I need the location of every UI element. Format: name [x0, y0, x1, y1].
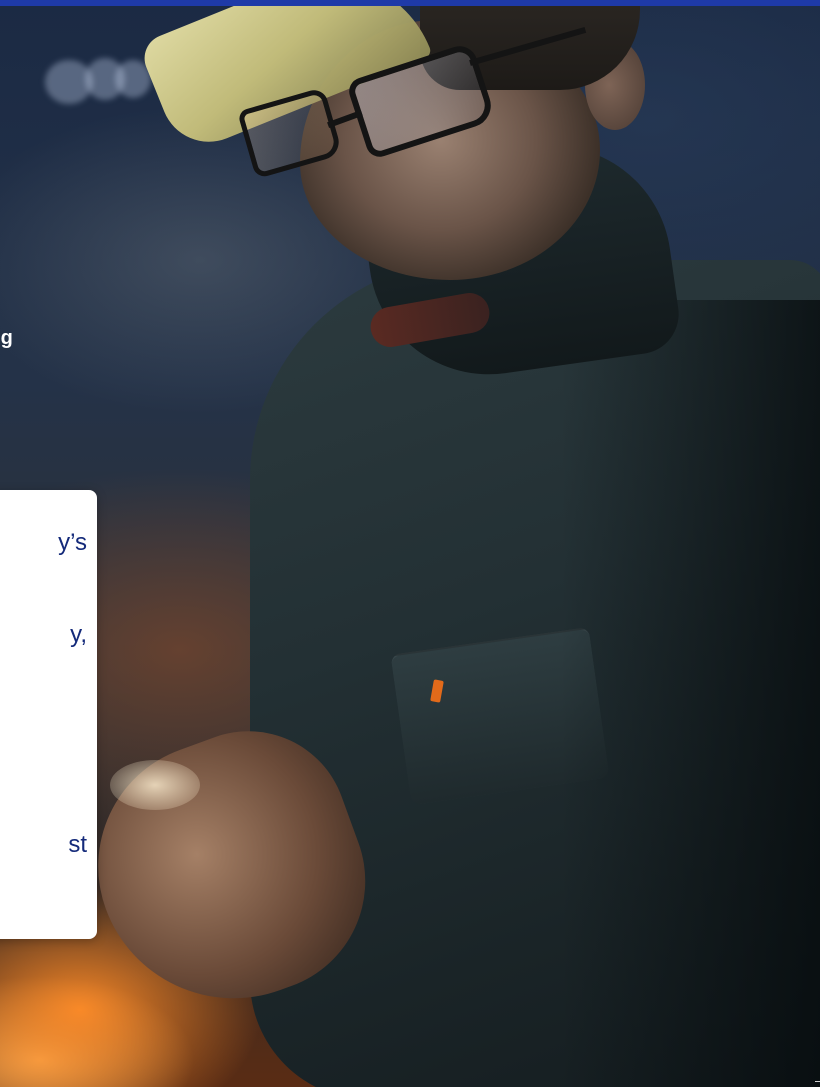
info-card-line: st	[68, 831, 87, 858]
tablet-screen-glow	[110, 760, 200, 810]
info-card: y’s y, st	[0, 490, 97, 939]
jacket-shadow	[560, 300, 820, 1087]
hero-heading-text: aining	[0, 327, 13, 349]
info-card-line: y’s	[58, 529, 87, 556]
glasses	[237, 27, 587, 180]
divider	[815, 1081, 820, 1082]
top-accent-bar	[0, 0, 820, 6]
hero-heading: aining	[0, 320, 120, 356]
info-card-line: y,	[70, 621, 87, 648]
hero-image	[0, 0, 820, 1087]
